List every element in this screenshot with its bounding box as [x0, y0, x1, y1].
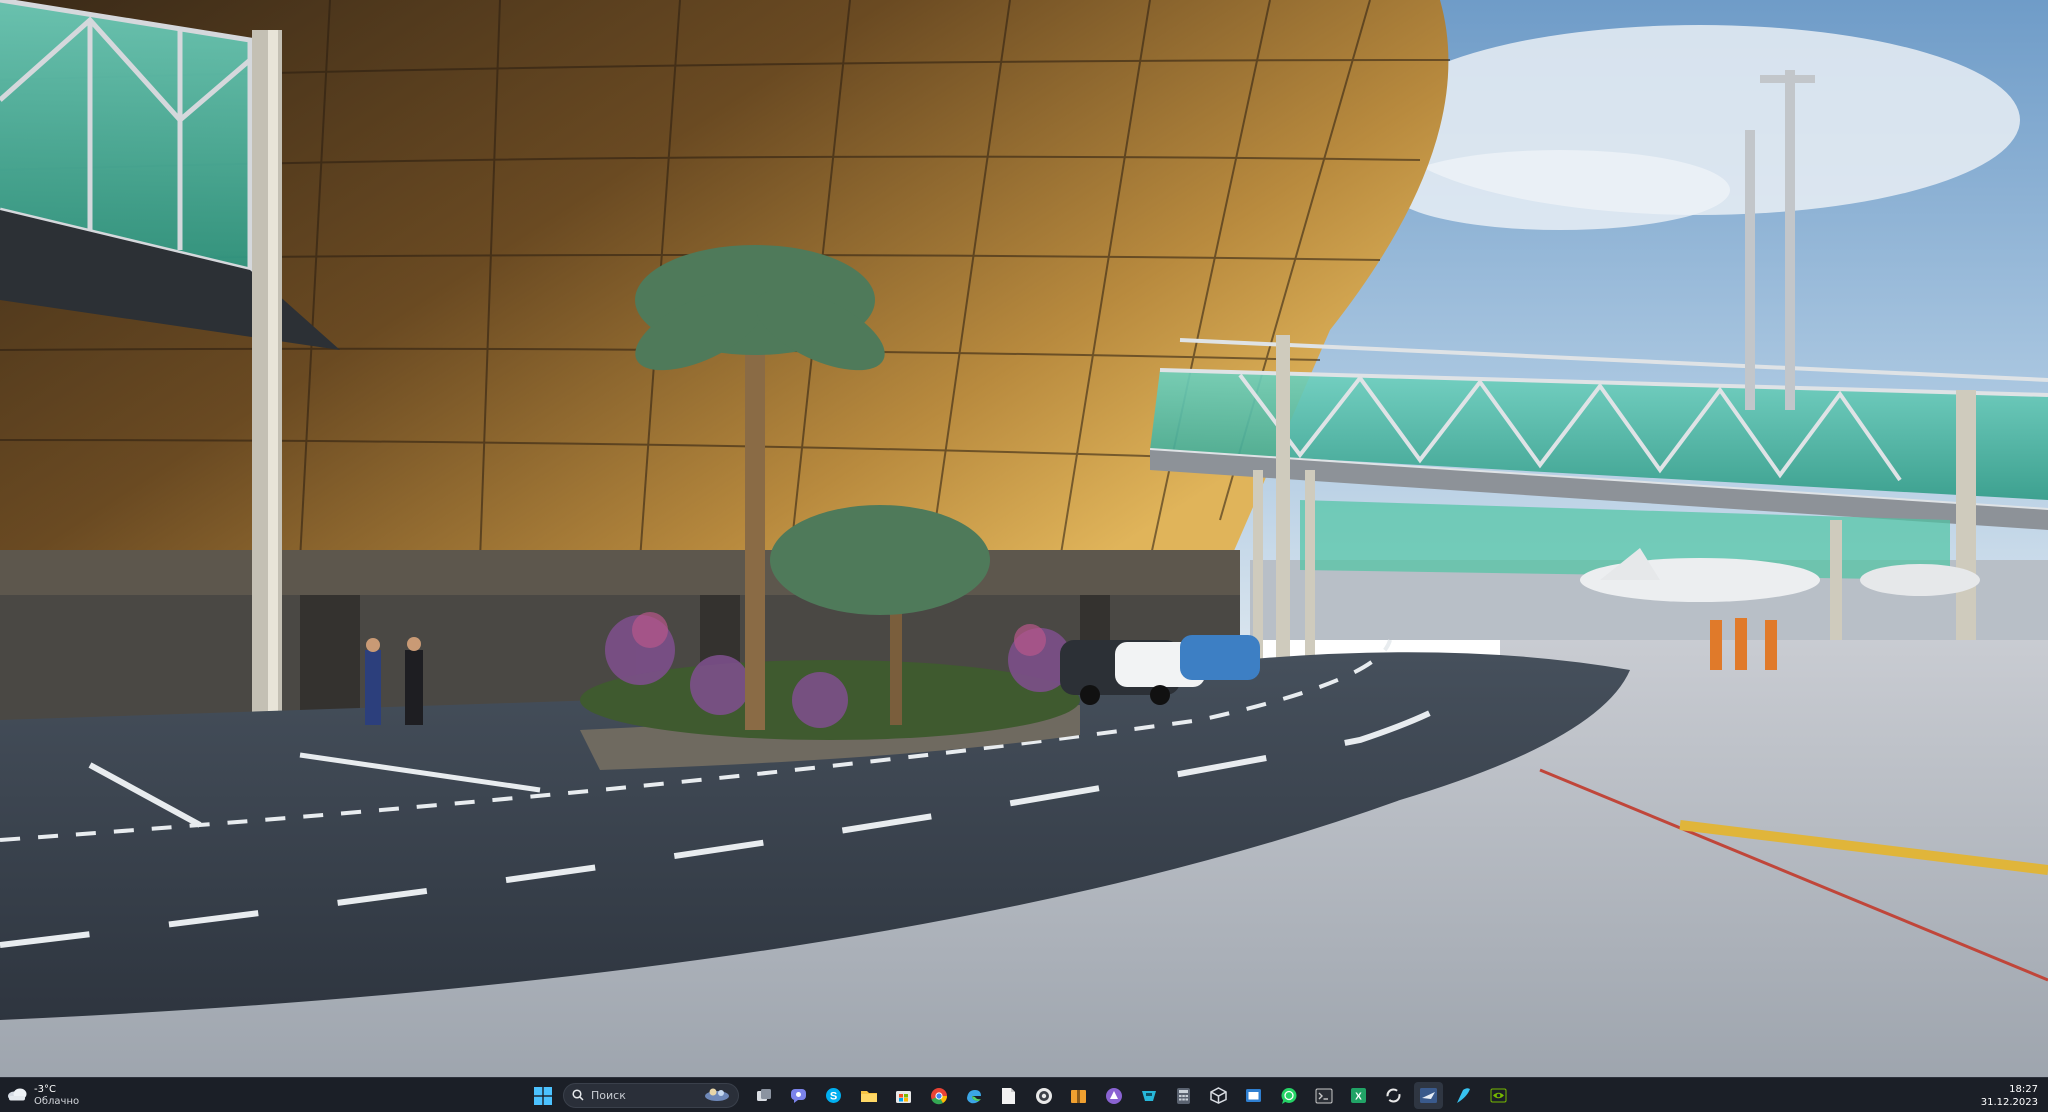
- chat-button[interactable]: [784, 1082, 813, 1109]
- nvidia-button[interactable]: [1484, 1082, 1513, 1109]
- task-view-icon: [756, 1088, 772, 1104]
- excel-button[interactable]: X: [1344, 1082, 1373, 1109]
- search-placeholder: Поиск: [591, 1089, 626, 1102]
- nvidia-icon: [1490, 1088, 1507, 1103]
- feather-app-button[interactable]: [1449, 1082, 1478, 1109]
- search-input[interactable]: Поиск: [563, 1083, 739, 1108]
- edge-button[interactable]: [959, 1082, 988, 1109]
- purple-app-button[interactable]: [1099, 1082, 1128, 1109]
- whatsapp-icon: [1280, 1087, 1298, 1105]
- store-icon: [895, 1087, 912, 1104]
- windows-logo-icon: [533, 1086, 552, 1105]
- chat-icon: [790, 1087, 807, 1104]
- sync-app-button[interactable]: [1379, 1082, 1408, 1109]
- cube-icon: [1210, 1087, 1227, 1104]
- system-clock[interactable]: 18:27 31.12.2023: [1981, 1083, 2038, 1109]
- chrome-button[interactable]: [924, 1082, 953, 1109]
- desktop-screen: -3°C Облачно Поиск S X 18:27 31.12.2023: [0, 0, 2048, 1112]
- obs-button[interactable]: [1029, 1082, 1058, 1109]
- flight-simulator-scene: [0, 0, 2048, 1077]
- weather-condition: Облачно: [34, 1095, 80, 1107]
- notepad-button[interactable]: [994, 1082, 1023, 1109]
- feather-icon: [1455, 1087, 1472, 1104]
- weather-temperature: -3°C: [34, 1083, 56, 1095]
- record-icon: [1035, 1087, 1053, 1105]
- store-button[interactable]: [889, 1082, 918, 1109]
- svg-text:S: S: [830, 1091, 837, 1103]
- calculator-button[interactable]: [1169, 1082, 1198, 1109]
- search-highlight-icon: [704, 1086, 730, 1106]
- file-explorer-button[interactable]: [854, 1082, 883, 1109]
- search-icon: [572, 1086, 584, 1105]
- taskbar-center: Поиск S X: [528, 1082, 1513, 1109]
- cyan-app-button[interactable]: [1134, 1082, 1163, 1109]
- folder-icon: [860, 1088, 878, 1104]
- weather-widget[interactable]: -3°C Облачно: [6, 1082, 79, 1109]
- calculator-icon: [1176, 1087, 1191, 1105]
- chrome-icon: [930, 1087, 948, 1105]
- whatsapp-button[interactable]: [1274, 1082, 1303, 1109]
- svg-text:X: X: [1355, 1092, 1362, 1103]
- archive-icon: [1070, 1087, 1087, 1104]
- sync-icon: [1385, 1087, 1402, 1104]
- terminal-icon: [1315, 1088, 1333, 1104]
- edge-icon: [965, 1087, 983, 1105]
- cyan-app-icon: [1140, 1087, 1158, 1105]
- purple-app-icon: [1105, 1087, 1123, 1105]
- task-view-button[interactable]: [749, 1082, 778, 1109]
- clock-date: 31.12.2023: [1980, 1097, 2038, 1108]
- start-button[interactable]: [528, 1082, 557, 1109]
- skype-button[interactable]: S: [819, 1082, 848, 1109]
- document-icon: [1001, 1087, 1016, 1105]
- archive-button[interactable]: [1064, 1082, 1093, 1109]
- window-app-button[interactable]: [1239, 1082, 1268, 1109]
- windows-taskbar: -3°C Облачно Поиск S X 18:27 31.12.2023: [0, 1077, 2048, 1112]
- cube-app-button[interactable]: [1204, 1082, 1233, 1109]
- cloud-icon: [6, 1086, 28, 1105]
- window-app-icon: [1245, 1087, 1262, 1104]
- skype-icon: S: [825, 1087, 842, 1104]
- clock-time: 18:27: [2009, 1084, 2038, 1095]
- terminal-button[interactable]: [1309, 1082, 1338, 1109]
- flight-simulator-button[interactable]: [1414, 1082, 1443, 1109]
- flight-sim-icon: [1419, 1087, 1438, 1104]
- spreadsheet-icon: X: [1350, 1087, 1367, 1104]
